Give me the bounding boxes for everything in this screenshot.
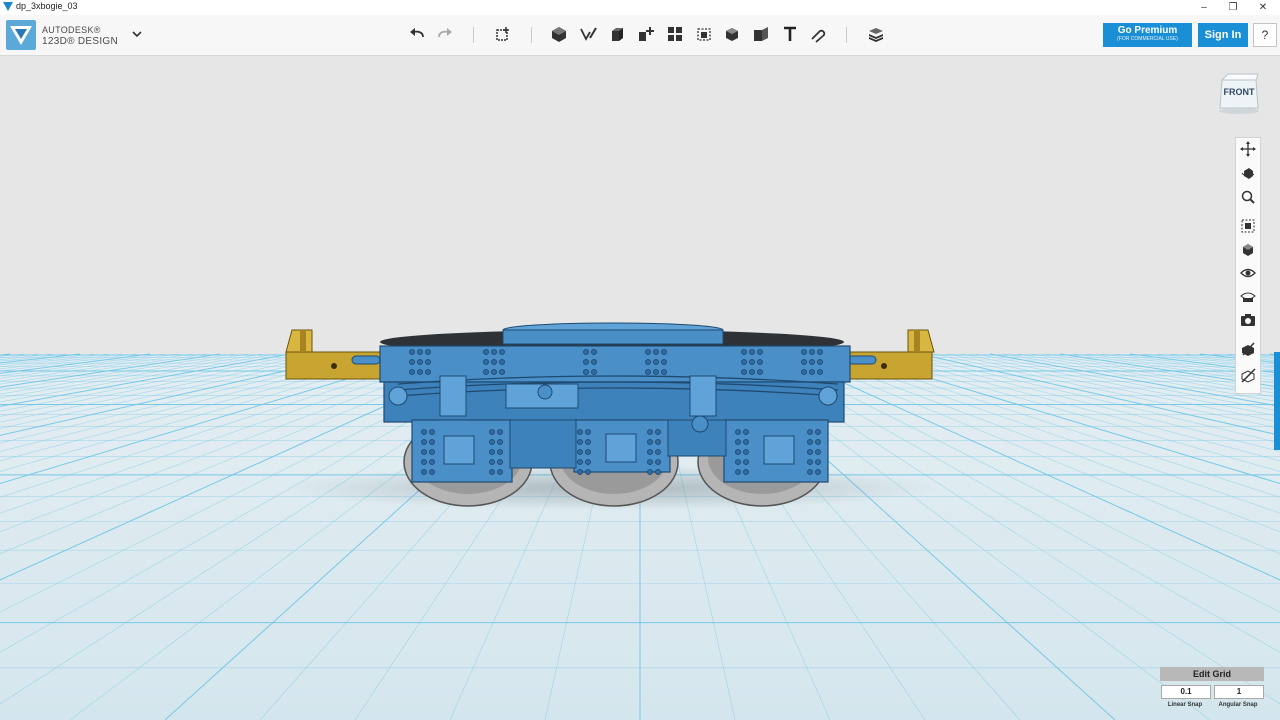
zoom-icon[interactable]: [1240, 189, 1256, 205]
modify-icon[interactable]: [636, 24, 656, 44]
redo-icon[interactable]: [435, 24, 455, 44]
text-icon[interactable]: [780, 24, 800, 44]
orbit-icon[interactable]: [1240, 165, 1256, 181]
angular-snap-field[interactable]: 1: [1214, 685, 1264, 699]
materials-icon[interactable]: [866, 24, 886, 44]
view-cube-label[interactable]: FRONT: [1220, 87, 1258, 97]
sketch-icon[interactable]: [578, 24, 598, 44]
viewport-canvas[interactable]: [0, 56, 1280, 720]
angular-snap-label: Angular Snap: [1218, 702, 1258, 708]
sky-background: [0, 56, 1280, 354]
chevron-down-icon[interactable]: [130, 27, 144, 41]
toolbar-separator: [846, 27, 847, 43]
material-toggle-icon[interactable]: [1240, 341, 1256, 357]
construct-icon[interactable]: [607, 24, 627, 44]
maximize-button[interactable]: ❐: [1219, 0, 1247, 15]
snap-icon[interactable]: [808, 24, 828, 44]
grouping-icon[interactable]: [694, 24, 714, 44]
display-mode-icon[interactable]: [1240, 288, 1256, 304]
edit-grid-button[interactable]: Edit Grid: [1160, 667, 1264, 681]
linear-snap-field[interactable]: 0.1: [1161, 685, 1211, 699]
right-panel-tab[interactable]: [1274, 352, 1280, 450]
combine-icon[interactable]: [722, 24, 742, 44]
linear-snap-label: Linear Snap: [1167, 702, 1203, 708]
minimize-button[interactable]: –: [1190, 0, 1218, 15]
go-premium-sublabel: (FOR COMMERCIAL USE): [1117, 36, 1178, 42]
undo-icon[interactable]: [407, 24, 427, 44]
hide-icon[interactable]: [1240, 367, 1256, 383]
sign-in-button[interactable]: Sign In: [1198, 23, 1248, 47]
app-logo[interactable]: [6, 20, 36, 50]
pattern-icon[interactable]: [665, 24, 685, 44]
toolbar-separator: [473, 27, 474, 43]
measure-icon[interactable]: [751, 24, 771, 44]
fit-icon[interactable]: [1240, 218, 1256, 234]
transform-icon[interactable]: [493, 24, 513, 44]
main-toolbar: AUTODESK® 123D® DESIGN Go Premium (FOR C…: [0, 15, 1280, 56]
go-premium-label: Go Premium: [1117, 25, 1178, 36]
toolbar-separator: [531, 27, 532, 43]
go-premium-button[interactable]: Go Premium (FOR COMMERCIAL USE): [1103, 23, 1192, 47]
views-icon[interactable]: [1240, 242, 1256, 258]
navigation-bar: [1235, 137, 1261, 394]
title-bar: dp_3xbogie_03 – ❐ ✕: [0, 0, 1280, 15]
window-title: dp_3xbogie_03: [16, 1, 78, 11]
visibility-icon[interactable]: [1240, 265, 1256, 281]
brand-line-2: 123D® DESIGN: [42, 36, 118, 47]
camera-icon[interactable]: [1240, 312, 1256, 328]
app-icon: [3, 2, 13, 11]
pan-icon[interactable]: [1240, 141, 1256, 157]
close-button[interactable]: ✕: [1249, 0, 1277, 15]
primitives-icon[interactable]: [549, 24, 569, 44]
help-button[interactable]: ?: [1253, 23, 1277, 47]
side-frame: [379, 345, 851, 483]
brand-line-1: AUTODESK®: [42, 25, 101, 35]
grid-panel: Edit Grid 0.1 1 Linear Snap Angular Snap: [1160, 667, 1264, 717]
